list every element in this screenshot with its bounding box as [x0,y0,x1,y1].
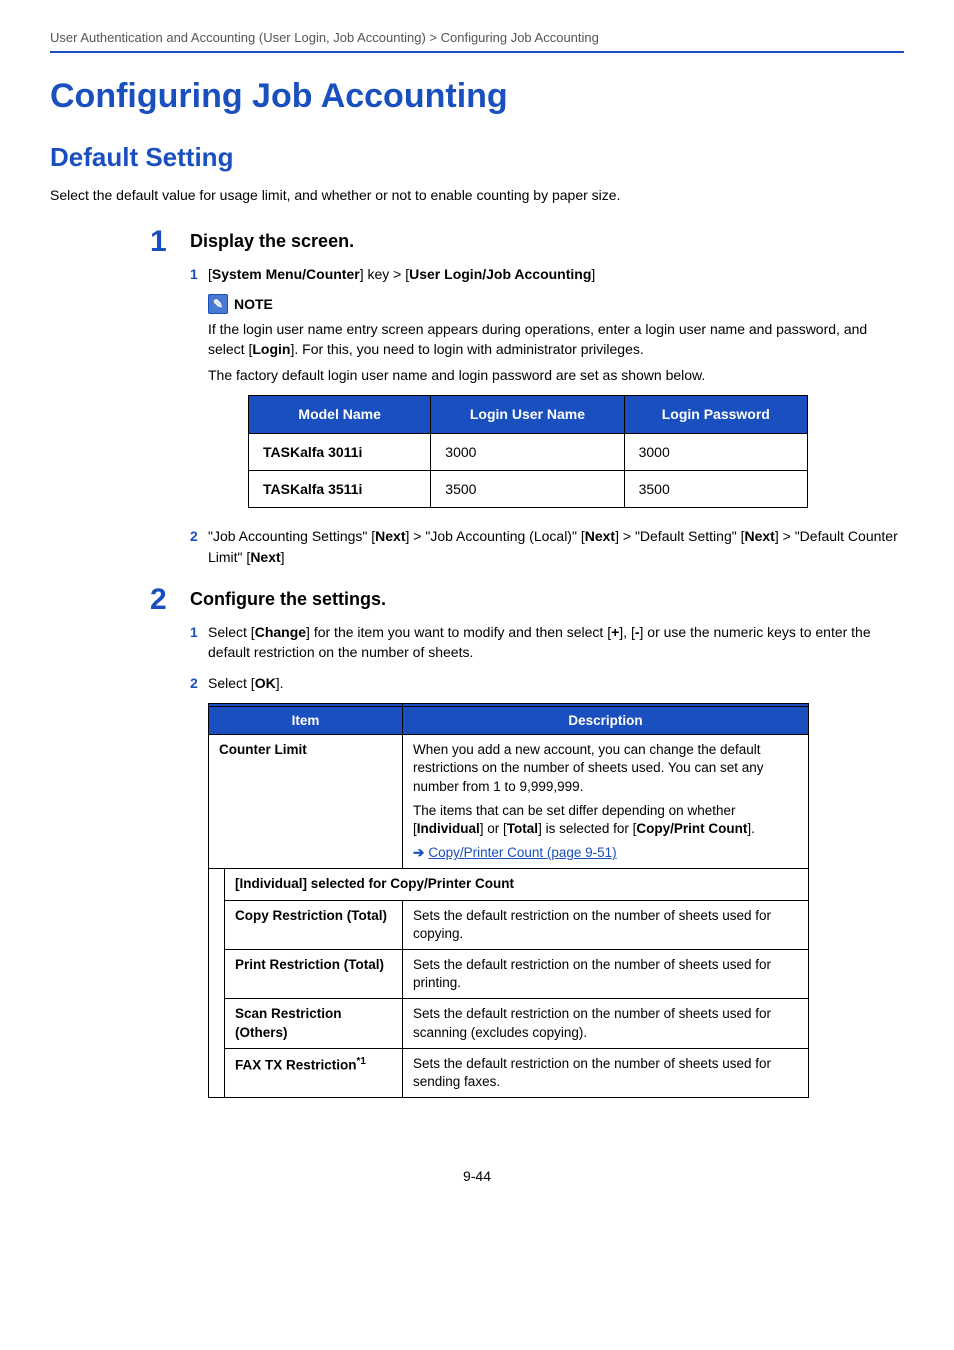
table-row: Counter Limit When you add a new account… [209,735,809,869]
table-row: TASKalfa 3511i 3500 3500 [249,471,808,508]
table-row: FAX TX Restriction*1 Sets the default re… [209,1048,809,1097]
login-th-pass: Login Password [624,396,807,433]
login-th-model: Model Name [249,396,431,433]
step-title: Configure the settings. [190,589,904,610]
arrow-icon: ➔ [413,845,424,860]
table-row: TASKalfa 3011i 3000 3000 [249,433,808,470]
desc-th-desc: Description [403,707,809,735]
note-icon [208,294,228,314]
step-1: 1 Display the screen. 1 [System Menu/Cou… [190,231,904,567]
step-number: 2 [150,583,167,617]
table-subheader-row: [Individual] selected for Copy/Printer C… [209,869,809,900]
substep-2-2: 2 Select [OK]. [190,673,904,693]
description-table-main: Item Description Counter Limit When you … [208,706,809,1098]
substep-1-1: 1 [System Menu/Counter] key > [User Logi… [190,264,904,284]
top-divider [50,51,904,53]
substep-number: 2 [190,526,198,546]
note-heading: NOTE [208,294,904,314]
desc-th-item: Item [209,707,403,735]
substep-number: 1 [190,622,198,642]
step-title: Display the screen. [190,231,904,252]
login-table: Model Name Login User Name Login Passwor… [248,395,808,508]
note-block: NOTE If the login user name entry screen… [208,294,904,508]
step-number: 1 [150,225,167,259]
note-paragraph: If the login user name entry screen appe… [208,319,904,360]
cross-ref-link[interactable]: ➔Copy/Printer Count (page 9-51) [413,844,798,862]
note-label: NOTE [234,294,273,314]
page-number: 9-44 [50,1168,904,1184]
table-row: Scan Restriction (Others) Sets the defau… [209,999,809,1048]
intro-text: Select the default value for usage limit… [50,187,904,203]
note-paragraph-2: The factory default login user name and … [208,365,904,385]
substep-number: 1 [190,264,198,284]
substep-2-1: 1 Select [Change] for the item you want … [190,622,904,663]
login-th-user: Login User Name [431,396,624,433]
table-row: Print Restriction (Total) Sets the defau… [209,950,809,999]
page-title: Configuring Job Accounting [50,77,904,116]
table-row: Copy Restriction (Total) Sets the defaul… [209,900,809,949]
breadcrumb: User Authentication and Accounting (User… [50,30,904,45]
substep-number: 2 [190,673,198,693]
substep-1-2: 2 "Job Accounting Settings" [Next] > "Jo… [190,526,904,567]
section-title: Default Setting [50,142,904,173]
